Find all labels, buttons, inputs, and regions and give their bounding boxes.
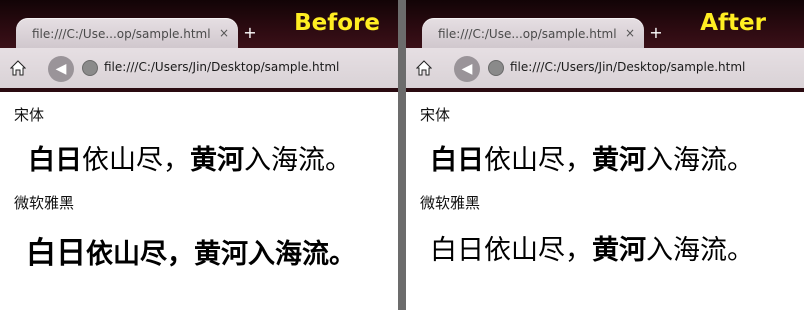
poem-normal-a: 依山尽， [86, 239, 194, 270]
poem-bold-b: 黄河 [592, 145, 646, 176]
poem-bold-b: 黄河 [194, 239, 248, 270]
poem-line-songti: 白日依山尽，黄河入海流。 [28, 138, 352, 177]
poem-bold-a: 白日 [26, 236, 86, 271]
poem-normal-b: 入海流。 [646, 145, 754, 176]
tab-title: file:///C:/Use...op/sample.html [438, 27, 617, 41]
page-globe-icon [488, 60, 504, 76]
new-tab-icon[interactable]: + [238, 23, 262, 43]
poem-normal-a: 依山尽， [82, 145, 190, 176]
back-button-icon[interactable]: ◀ [454, 56, 480, 82]
poem-bold-a: 白日 [430, 145, 484, 176]
page-content: 宋体 白日依山尽，黄河入海流。 微软雅黑 白日依山尽，黄河入海流。 [406, 92, 804, 310]
title-bar: file:///C:/Use...op/sample.html × + Afte… [406, 0, 804, 50]
tab-close-icon[interactable]: × [216, 25, 232, 41]
browser-tab[interactable]: file:///C:/Use...op/sample.html × [16, 18, 238, 50]
poem-line-yahei: 白日依山尽，黄河入海流。 [26, 228, 356, 272]
navigation-bar: ◀ file:///C:/Users/Jin/Desktop/sample.ht… [406, 48, 804, 89]
poem-bold-a: 白日 [28, 145, 82, 176]
new-tab-icon[interactable]: + [644, 23, 668, 43]
browser-window-after: file:///C:/Use...op/sample.html × + Afte… [406, 0, 804, 310]
poem-line-songti: 白日依山尽，黄河入海流。 [430, 138, 754, 177]
home-icon[interactable] [415, 60, 433, 76]
back-button-icon[interactable]: ◀ [48, 56, 74, 82]
tab-close-icon[interactable]: × [622, 25, 638, 41]
poem-normal-b: 入海流。 [646, 235, 754, 266]
poem-bold-b: 黄河 [592, 235, 646, 266]
page-globe-icon [82, 60, 98, 76]
address-bar[interactable]: file:///C:/Users/Jin/Desktop/sample.html [104, 60, 339, 74]
panel-label-after: After [700, 10, 766, 36]
poem-normal-a: 白日 [430, 235, 484, 266]
poem-normal-b: 入海流。 [244, 145, 352, 176]
poem-normal-b: 入海流。 [248, 239, 356, 270]
poem-line-yahei: 白日依山尽，黄河入海流。 [430, 228, 754, 267]
address-bar[interactable]: file:///C:/Users/Jin/Desktop/sample.html [510, 60, 745, 74]
page-content: 宋体 白日依山尽，黄河入海流。 微软雅黑 白日依山尽，黄河入海流。 [0, 92, 398, 310]
font-label-songti: 宋体 [14, 106, 45, 124]
font-label-yahei: 微软雅黑 [420, 194, 481, 212]
browser-tab[interactable]: file:///C:/Use...op/sample.html × [422, 18, 644, 50]
navigation-bar: ◀ file:///C:/Users/Jin/Desktop/sample.ht… [0, 48, 398, 89]
font-label-songti: 宋体 [420, 106, 451, 124]
tab-title: file:///C:/Use...op/sample.html [32, 27, 211, 41]
poem-bold-b: 黄河 [190, 145, 244, 176]
font-label-yahei: 微软雅黑 [14, 194, 75, 212]
panel-label-before: Before [294, 10, 380, 36]
home-icon[interactable] [9, 60, 27, 76]
browser-window-before: file:///C:/Use...op/sample.html × + Befo… [0, 0, 398, 310]
poem-normal-a2: 依山尽， [484, 235, 592, 266]
title-bar: file:///C:/Use...op/sample.html × + Befo… [0, 0, 398, 50]
poem-normal-a: 依山尽， [484, 145, 592, 176]
